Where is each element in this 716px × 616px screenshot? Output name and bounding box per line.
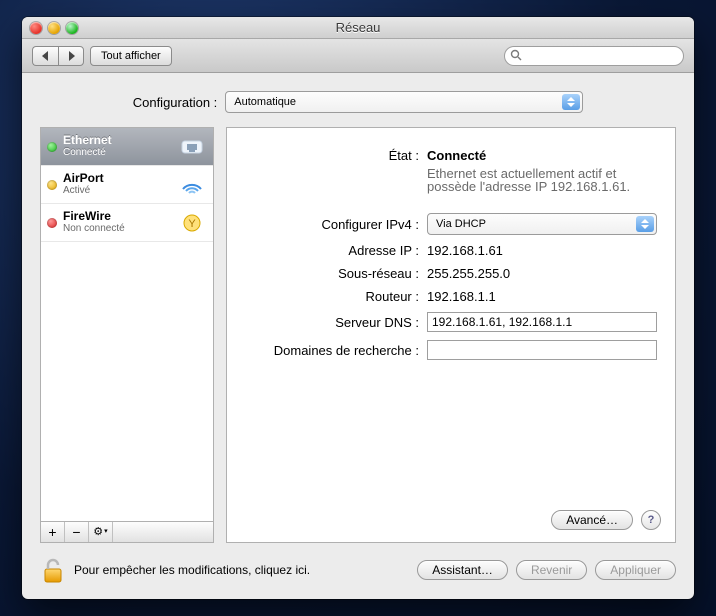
service-status: Connecté <box>63 147 173 159</box>
forward-button[interactable] <box>58 46 84 66</box>
service-actions-button[interactable]: ⚙▾ <box>89 522 113 542</box>
assistant-button[interactable]: Assistant… <box>417 560 508 580</box>
configuration-value: Automatique <box>234 96 296 108</box>
state-label: État : <box>245 148 427 163</box>
lock-text[interactable]: Pour empêcher les modifications, cliquez… <box>74 563 409 577</box>
service-status: Non connecté <box>63 223 173 235</box>
service-text: FireWire Non connecté <box>63 210 173 235</box>
router-label: Routeur : <box>245 289 427 304</box>
ipv4-popup[interactable]: Via DHCP <box>427 213 657 235</box>
service-name: AirPort <box>63 172 173 185</box>
state-value: Connecté <box>427 148 657 163</box>
mask-label: Sous-réseau : <box>245 266 427 281</box>
configuration-label: Configuration : <box>133 95 218 110</box>
popup-arrows-icon <box>636 216 654 232</box>
services-list: Ethernet Connecté AirPort Activé <box>40 127 214 521</box>
remove-service-button[interactable]: − <box>65 522 89 542</box>
add-service-button[interactable]: + <box>41 522 65 542</box>
revert-button: Revenir <box>516 560 587 580</box>
sidebar-actions: + − ⚙▾ <box>40 521 214 543</box>
search-input[interactable] <box>504 46 684 66</box>
footer: Pour empêcher les modifications, cliquez… <box>40 555 676 585</box>
sidebar-item-ethernet[interactable]: Ethernet Connecté <box>41 128 213 166</box>
apply-button: Appliquer <box>595 560 676 580</box>
status-dot-icon <box>47 142 57 152</box>
nav-buttons <box>32 46 84 66</box>
ipv4-label: Configurer IPv4 : <box>245 217 427 232</box>
airport-icon <box>179 174 205 196</box>
search-field[interactable] <box>504 46 684 66</box>
gear-icon: ⚙ <box>93 525 103 539</box>
dns-input[interactable] <box>427 312 657 332</box>
lock-icon[interactable] <box>40 555 66 585</box>
dns-label: Serveur DNS : <box>245 315 427 330</box>
detail-pane: État : Connecté Ethernet est actuellemen… <box>226 127 676 543</box>
advanced-button[interactable]: Avancé… <box>551 510 633 530</box>
ethernet-icon <box>179 136 205 158</box>
configuration-popup[interactable]: Automatique <box>225 91 583 113</box>
status-dot-icon <box>47 180 57 190</box>
service-status: Activé <box>63 185 173 197</box>
sidebar-item-firewire[interactable]: FireWire Non connecté Y <box>41 204 213 242</box>
sidebar-item-airport[interactable]: AirPort Activé <box>41 166 213 204</box>
firewire-icon: Y <box>179 212 205 234</box>
titlebar: Réseau <box>22 17 694 39</box>
ip-value: 192.168.1.61 <box>427 243 657 258</box>
help-button[interactable]: ? <box>641 510 661 530</box>
search-icon <box>510 49 522 61</box>
window-title: Réseau <box>22 20 694 35</box>
popup-arrows-icon <box>562 94 580 110</box>
search-domains-input[interactable] <box>427 340 657 360</box>
svg-text:Y: Y <box>188 218 196 230</box>
split-panes: Ethernet Connecté AirPort Activé <box>40 127 676 543</box>
service-text: AirPort Activé <box>63 172 173 197</box>
mask-value: 255.255.255.0 <box>427 266 657 281</box>
service-name: FireWire <box>63 210 173 223</box>
service-text: Ethernet Connecté <box>63 134 173 159</box>
content-area: Configuration : Automatique Ethernet Con… <box>22 73 694 599</box>
search-domains-label: Domaines de recherche : <box>245 343 427 358</box>
ip-label: Adresse IP : <box>245 243 427 258</box>
back-button[interactable] <box>32 46 58 66</box>
toolbar: Tout afficher <box>22 39 694 73</box>
ipv4-value: Via DHCP <box>436 218 486 230</box>
show-all-button[interactable]: Tout afficher <box>90 46 172 66</box>
status-dot-icon <box>47 218 57 228</box>
preferences-window: Réseau Tout afficher Configuration : Aut… <box>22 17 694 599</box>
service-name: Ethernet <box>63 134 173 147</box>
services-sidebar: Ethernet Connecté AirPort Activé <box>40 127 214 543</box>
state-description: Ethernet est actuellement actif et possè… <box>427 167 657 193</box>
router-value: 192.168.1.1 <box>427 289 657 304</box>
configuration-row: Configuration : Automatique <box>40 91 676 113</box>
